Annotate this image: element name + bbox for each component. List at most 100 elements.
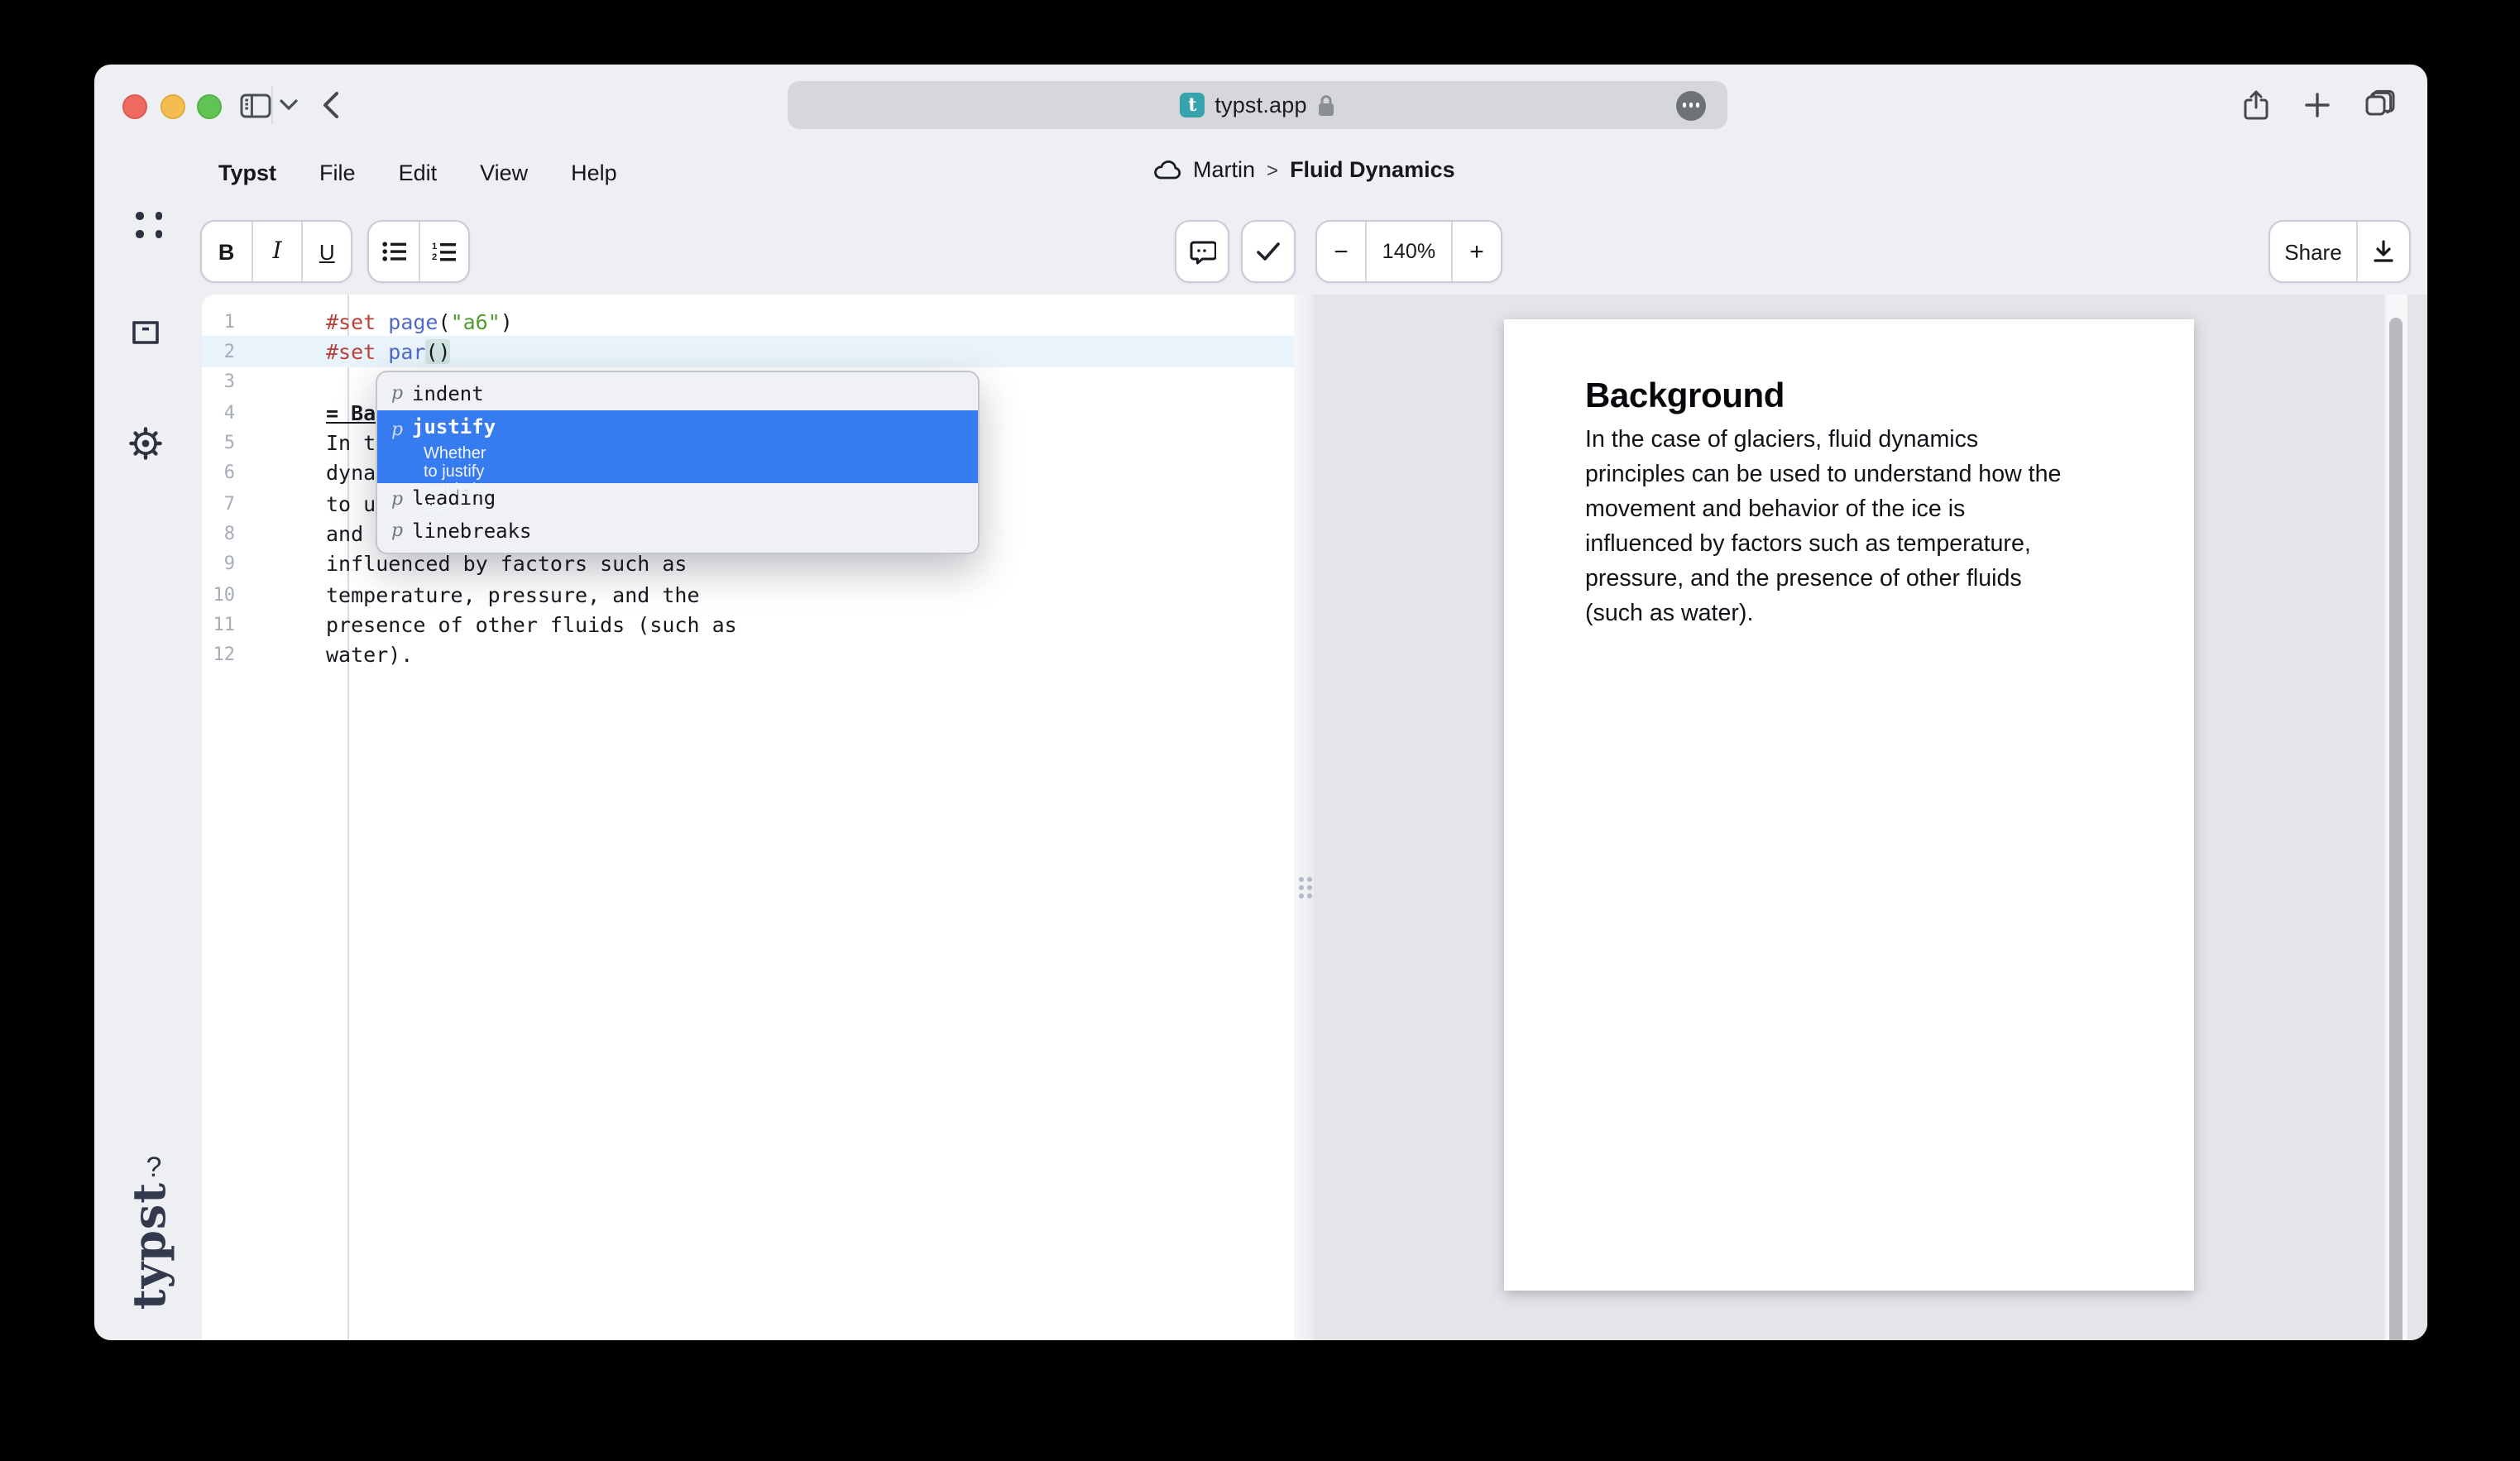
preview-heading: Background [1585,377,1785,417]
minimize-window-button[interactable] [160,94,184,119]
sidebar-toggle-icon[interactable] [240,65,271,146]
menu-edit[interactable]: Edit [399,160,438,185]
preview-pane: Background In the case of glaciers, flui… [1314,294,2427,1340]
browser-window: t typst.app [94,65,2427,1340]
bold-button[interactable]: B [202,222,252,281]
new-tab-icon[interactable] [2305,65,2330,146]
autocomplete-popup: p indent p justify Whether to justify te… [376,371,980,553]
breadcrumb-doc-title[interactable]: Fluid Dynamics [1290,157,1455,182]
line-number: 9 [202,553,326,575]
bullet-list-icon [381,242,406,261]
line-number: 6 [202,462,326,484]
code-text: #set page("a6") [326,309,513,333]
drag-handle-icon [1298,876,1312,898]
screen: t typst.app [0,0,2520,1461]
line-number: 5 [202,432,326,453]
site-favicon: t [1180,93,1205,117]
close-window-button[interactable] [122,94,147,119]
traffic-lights [122,94,222,119]
preview-paragraph: In the case of glaciers, fluid dynamics … [1585,424,2061,632]
code-line[interactable]: 10 temperature, pressure, and the [202,579,1294,610]
download-button[interactable] [2358,222,2409,281]
line-number: 4 [202,401,326,423]
tab-overview-icon[interactable] [2364,65,2396,146]
numbered-list-icon: 1 2 [432,242,457,261]
zoom-in-button[interactable]: + [1453,222,1501,281]
code-text: presence of other fluids (such as [326,612,737,637]
italic-button[interactable]: I [252,222,303,281]
app-menu-bar: Typst File Edit View Help [218,160,617,185]
zoom-window-button[interactable] [197,94,222,119]
autocomplete-description: Whether to justify text in its line. [424,444,496,517]
list-group: 1 2 [367,220,470,283]
autocomplete-label: indent [412,382,484,405]
code-line[interactable]: 12 water). [202,639,1294,670]
code-text: #set par() [326,339,451,364]
projects-grid-icon[interactable] [136,212,164,238]
share-group: Share [2268,220,2411,283]
code-line[interactable]: 11 presence of other fluids (such as [202,610,1294,640]
param-icon: p [389,520,405,542]
code-text: water). [326,643,413,668]
code-text: influenced by factors such as [326,552,687,577]
settings-gear-icon[interactable] [129,427,162,460]
line-number: 12 [202,644,326,666]
document-page: Background In the case of glaciers, flui… [1504,319,2194,1291]
numbered-list-button[interactable]: 1 2 [420,222,468,281]
chevron-down-icon[interactable] [280,65,298,146]
autocomplete-item-justify-selected[interactable]: p justify Whether to justify text in its… [377,410,978,482]
comment-button[interactable] [1175,220,1229,283]
line-number: 3 [202,371,326,393]
line-number: 10 [202,583,326,605]
code-line-current[interactable]: 2 #set par() [202,337,1294,367]
breadcrumb: Martin > Fluid Dynamics [1153,157,1455,182]
zoom-out-button[interactable]: − [1317,222,1367,281]
lock-icon [1317,93,1335,117]
menu-typst[interactable]: Typst [218,160,276,185]
breadcrumb-separator: > [1267,158,1278,181]
comment-icon [1189,239,1215,264]
check-icon [1256,242,1281,261]
bullet-list-button[interactable] [369,222,420,281]
help-icon[interactable]: ? [132,1152,175,1185]
line-number: 7 [202,492,326,514]
zoom-group: − 140% + [1315,220,1502,283]
check-button[interactable] [1241,220,1296,283]
breadcrumb-project[interactable]: Martin [1193,157,1255,182]
menu-view[interactable]: View [480,160,528,185]
line-number: 1 [202,310,326,332]
text-style-group: B I U [200,220,352,283]
share-button[interactable]: Share [2270,222,2358,281]
cloud-icon [1153,160,1181,180]
param-icon: p [389,418,405,439]
underline-button[interactable]: U [304,222,351,281]
menu-file[interactable]: File [319,160,356,185]
autocomplete-item-indent[interactable]: p indent [377,377,978,410]
line-number: 2 [202,341,326,362]
typst-logo: typst [125,1182,176,1310]
line-number: 11 [202,614,326,635]
share-page-icon[interactable] [2242,65,2270,146]
pane-resizer[interactable] [1294,294,1314,1340]
line-number: 8 [202,523,326,544]
param-icon: p [389,383,405,405]
preview-scrollbar[interactable] [2383,294,2407,1340]
download-icon [2373,240,2394,263]
code-line[interactable]: 1 #set page("a6") [202,306,1294,337]
scrollbar-thumb[interactable] [2389,318,2403,1340]
svg-text:1: 1 [432,242,437,251]
url-text: typst.app [1214,93,1306,117]
page-menu-icon[interactable] [1676,90,1706,120]
svg-text:2: 2 [432,252,437,261]
autocomplete-label: justify [412,414,496,439]
address-bar[interactable]: t typst.app [788,81,1727,129]
zoom-level[interactable]: 140% [1367,222,1453,281]
back-icon[interactable] [323,65,339,146]
autocomplete-item-linebreaks[interactable]: p linebreaks [377,515,978,547]
menu-help[interactable]: Help [571,160,617,185]
param-icon: p [389,488,405,510]
files-tray-icon[interactable] [131,318,160,347]
autocomplete-label: linebreaks [412,520,532,543]
toolbar-divider [271,86,273,124]
code-text: temperature, pressure, and the [326,582,700,606]
